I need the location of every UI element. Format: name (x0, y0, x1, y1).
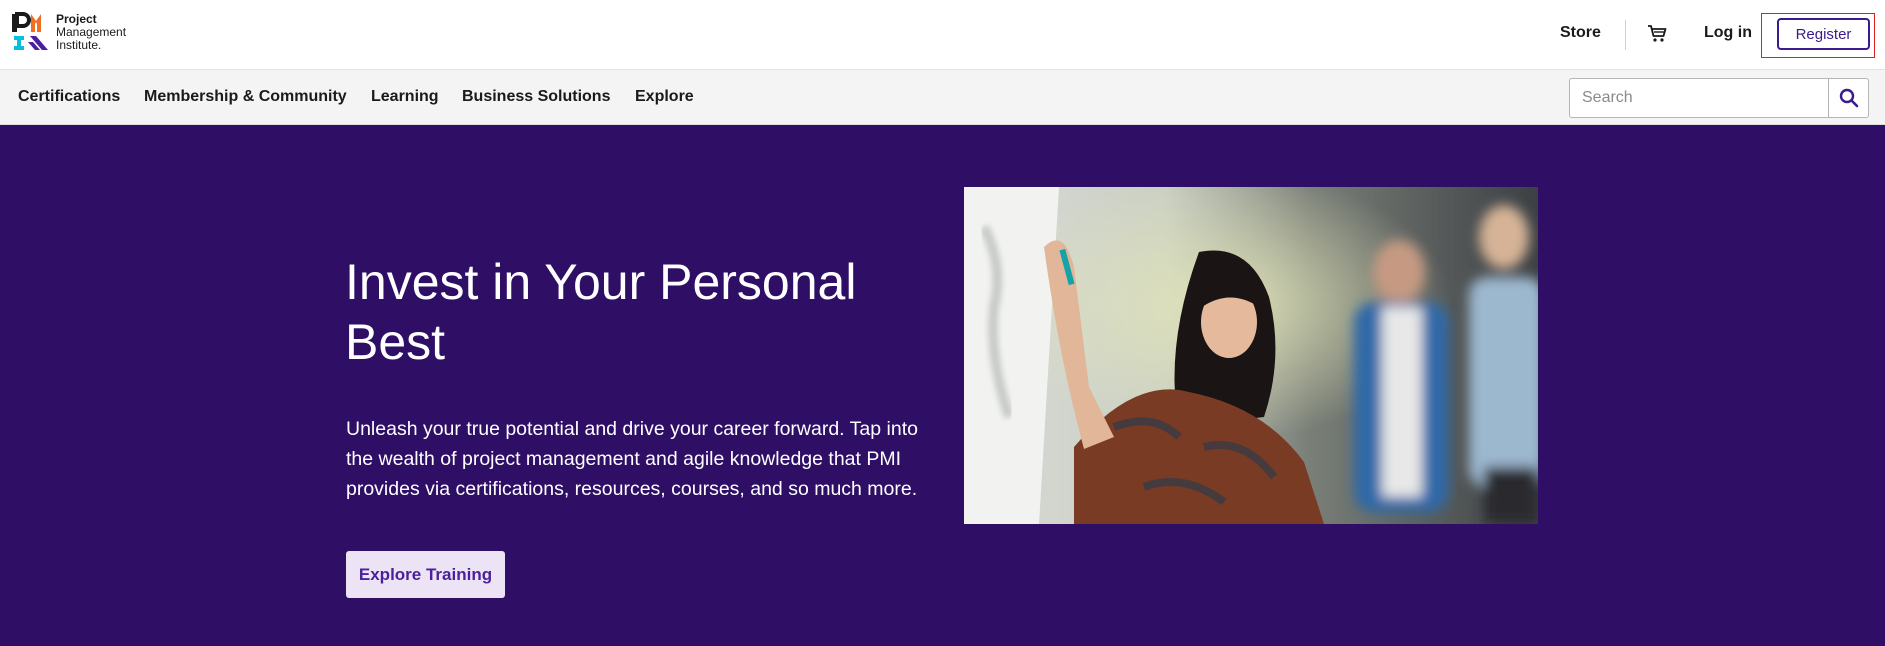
search-button[interactable] (1828, 79, 1868, 117)
logo-line-2: Management (56, 24, 127, 39)
hero-title: Invest in Your Personal Best (345, 254, 857, 370)
logo-line-1: Project (56, 11, 97, 26)
search-input[interactable] (1570, 79, 1828, 117)
login-link[interactable]: Log in (1704, 24, 1752, 42)
nav-item-explore[interactable]: Explore (635, 88, 694, 106)
header-divider (1625, 20, 1626, 50)
nav-item-business-solutions[interactable]: Business Solutions (462, 88, 610, 106)
register-button[interactable]: Register (1777, 18, 1870, 50)
logo-line-3: Institute. (56, 37, 102, 52)
search-icon (1839, 88, 1858, 108)
hero-section (0, 125, 1885, 646)
woman-writing-on-whiteboard-photo (964, 187, 1538, 524)
nav-item-learning[interactable]: Learning (371, 88, 439, 106)
store-link[interactable]: Store (1560, 24, 1601, 42)
pmi-logo-mark (12, 12, 50, 52)
pmi-logo-wordmark: Project Management Institute. (56, 11, 127, 52)
nav-item-membership-community[interactable]: Membership & Community (144, 88, 347, 106)
explore-training-button[interactable]: Explore Training (346, 551, 505, 598)
pmi-logo[interactable]: Project Management Institute. (12, 10, 126, 54)
nav-item-certifications[interactable]: Certifications (18, 88, 120, 106)
top-header: Project Management Institute. Store Log … (0, 0, 1885, 70)
hero-description: Unleash your true potential and drive yo… (346, 418, 918, 500)
cart-icon[interactable] (1646, 22, 1668, 44)
